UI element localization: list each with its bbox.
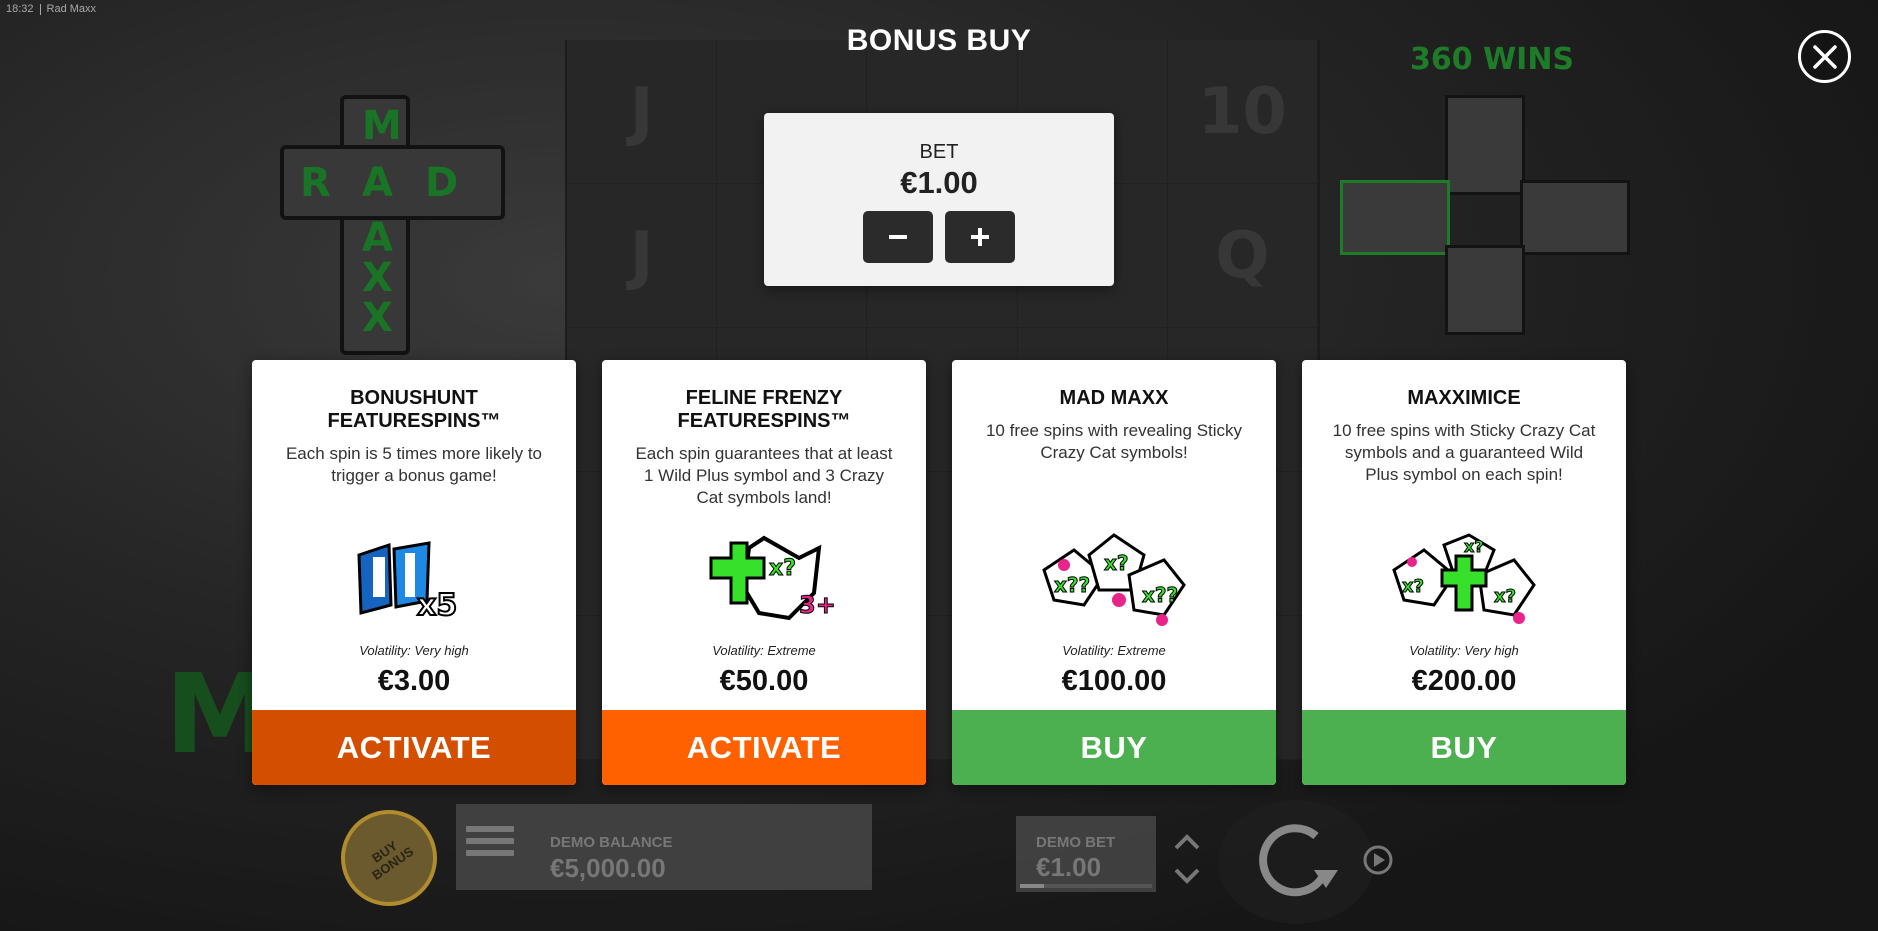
bonus-card-maxximice: MAXXIMICE 10 free spins with Sticky Craz… [1302, 360, 1626, 785]
demo-bet-label: DEMO BET [1036, 834, 1116, 851]
card-price: €50.00 [719, 665, 809, 697]
chevron-up-down-icon [1174, 834, 1200, 884]
crazy-cats-icon: x?? x? x?? [952, 525, 1276, 635]
card-price: €100.00 [1061, 665, 1167, 697]
card-description: Each spin guarantees that at least 1 Wil… [635, 444, 893, 507]
spin-icon [1259, 824, 1338, 897]
card-volatility: Volatility: Very high [1409, 643, 1519, 658]
card-price: €3.00 [377, 665, 451, 697]
bet-display: DEMO BET €1.00 [1016, 816, 1156, 892]
activate-button[interactable]: ACTIVATE [252, 710, 576, 785]
card-title: FELINE FRENZY FEATURESPINS™ [677, 387, 851, 432]
close-button[interactable] [1798, 30, 1851, 83]
svg-text:x??: x?? [1142, 583, 1178, 607]
svg-text:x?: x? [1104, 551, 1129, 575]
autoplay-icon [1363, 845, 1393, 875]
spin-button[interactable] [1218, 800, 1374, 924]
bonus-card-bonushunt: BONUSHUNT FEATURESPINS™ Each spin is 5 t… [252, 360, 576, 785]
balance-panel: DEMO BALANCE €5,000.00 [456, 804, 872, 890]
bet-stepper [764, 211, 1114, 263]
card-description: Each spin is 5 times more likely to trig… [285, 444, 543, 485]
svg-text:x??: x?? [1054, 573, 1090, 597]
card-price: €200.00 [1411, 665, 1517, 697]
menu-icon [466, 826, 514, 832]
fs-x5-icon: x5 [252, 525, 576, 635]
bet-value: €1.00 [900, 165, 978, 200]
bonus-card-feline-frenzy: FELINE FRENZY FEATURESPINS™ Each spin gu… [602, 360, 926, 785]
svg-text:x?: x? [1494, 586, 1516, 607]
card-title: MAD MAXX [1059, 387, 1169, 409]
balance-value: €5,000.00 [550, 853, 666, 883]
menu-button[interactable] [466, 826, 514, 868]
svg-text:x?: x? [1464, 537, 1484, 556]
close-icon [1812, 44, 1837, 69]
increase-bet-button[interactable] [945, 211, 1015, 263]
bet-panel: BET €1.00 [764, 113, 1114, 286]
svg-text:x?: x? [1402, 576, 1424, 597]
demo-bet-value: €1.00 [1036, 852, 1102, 882]
card-volatility: Volatility: Extreme [1062, 643, 1166, 658]
decrease-bet-button[interactable] [863, 211, 933, 263]
wild-plus-cat-icon: x? 3+ [602, 525, 926, 635]
dialog-title: BONUS BUY [846, 24, 1032, 57]
buy-bonus-button[interactable]: BUY BONUS [322, 791, 456, 925]
bonus-card-mad-maxx: MAD MAXX 10 free spins with revealing St… [952, 360, 1276, 785]
card-description: 10 free spins with Sticky Crazy Cat symb… [1332, 421, 1596, 484]
cats-wild-plus-icon: x? x? x? [1302, 525, 1626, 635]
bet-level-fill [1020, 884, 1044, 888]
card-volatility: Volatility: Extreme [712, 643, 816, 658]
buy-button[interactable]: BUY [1302, 710, 1626, 785]
plus-icon [971, 228, 989, 246]
bet-level-bar [1020, 884, 1152, 888]
balance-label: DEMO BALANCE [550, 834, 673, 851]
minus-icon [889, 235, 907, 239]
game-screen: 18:32 Rad Maxx J 10 J Q M R A D A X X 360 W… [0, 0, 1878, 931]
svg-text:3+: 3+ [799, 591, 836, 619]
card-title: BONUSHUNT FEATURESPINS™ [327, 387, 501, 432]
bet-adjust-arrows[interactable] [1162, 828, 1212, 890]
autoplay-button[interactable] [1358, 840, 1398, 880]
card-description: 10 free spins with revealing Sticky Craz… [985, 421, 1243, 462]
bottom-bar: BUY BONUS DEMO BALANCE €5,000.00 DEMO BE… [0, 791, 1878, 931]
buy-button[interactable]: BUY [952, 710, 1276, 785]
svg-text:x?: x? [769, 556, 796, 581]
card-volatility: Volatility: Very high [359, 643, 469, 658]
buy-bonus-label: BUY BONUS [369, 837, 417, 883]
activate-button[interactable]: ACTIVATE [602, 710, 926, 785]
bet-label: BET [919, 141, 959, 163]
card-title: MAXXIMICE [1407, 387, 1521, 409]
svg-text:x5: x5 [417, 588, 457, 623]
